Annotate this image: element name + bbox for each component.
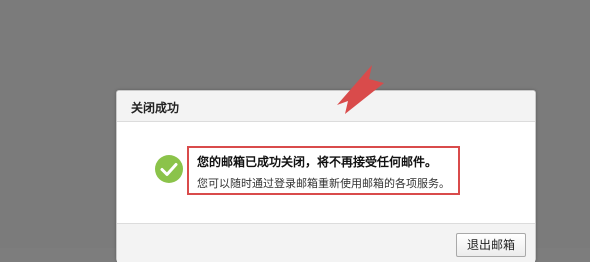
exit-mailbox-button[interactable]: 退出邮箱 <box>455 233 526 257</box>
dialog-footer: 退出邮箱 <box>117 223 535 262</box>
message-main: 您的邮箱已成功关闭，将不再接受任何邮件。 <box>197 155 438 169</box>
red-arrow-icon <box>337 65 384 114</box>
close-success-dialog: 关闭成功 您的邮箱已成功关闭，将不再接受任何邮件。 您可以随时通过登录邮箱重新使… <box>116 90 536 262</box>
message-sub: 您可以随时通过登录邮箱重新使用邮箱的各项服务。 <box>197 177 450 190</box>
dialog-body: 您的邮箱已成功关闭，将不再接受任何邮件。 您可以随时通过登录邮箱重新使用邮箱的各… <box>117 122 535 222</box>
dialog-header: 关闭成功 <box>117 91 535 122</box>
dialog-title: 关闭成功 <box>131 101 180 115</box>
check-circle-icon <box>155 155 183 183</box>
